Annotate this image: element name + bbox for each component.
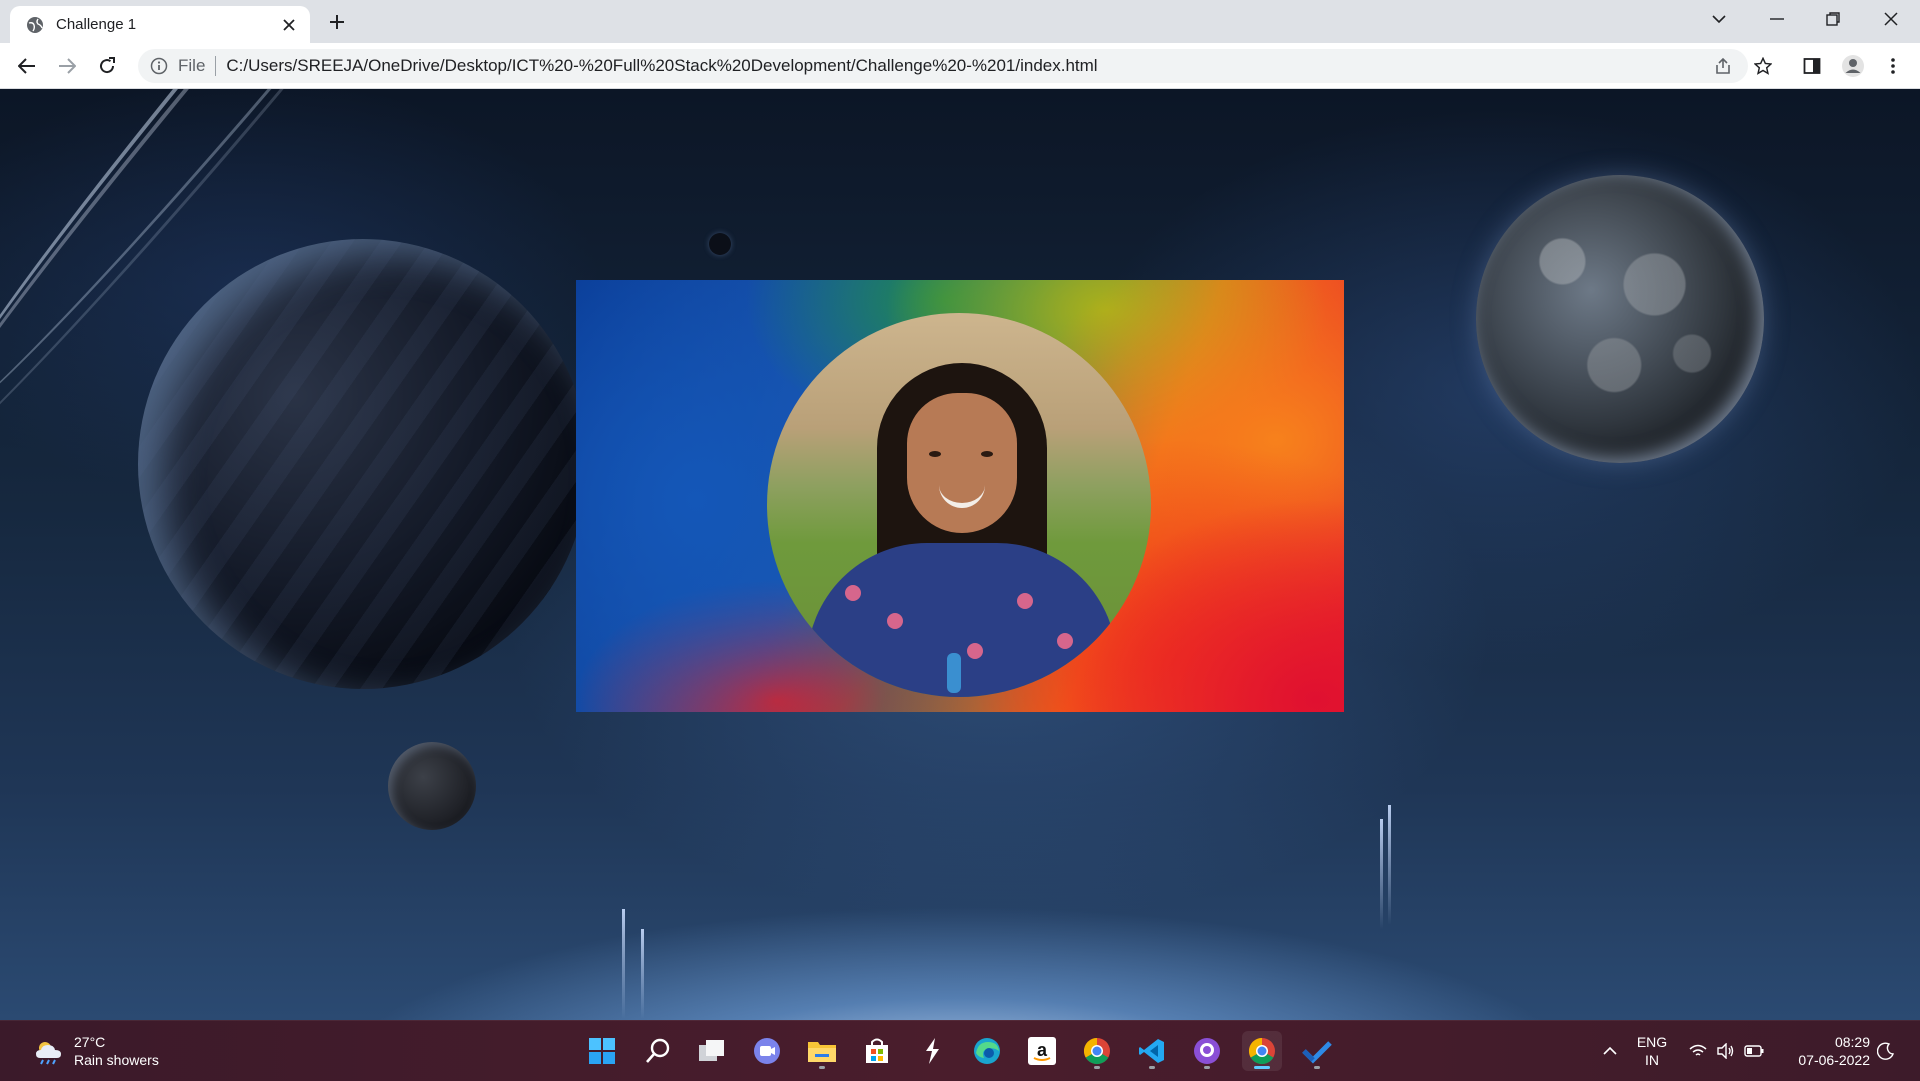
tab-challenge-1[interactable]: Challenge 1 <box>10 6 310 43</box>
light-streak <box>1380 819 1383 929</box>
running-indicator <box>819 1066 825 1069</box>
close-window-icon[interactable] <box>1874 6 1908 32</box>
running-indicator <box>1314 1066 1320 1069</box>
file-explorer-icon[interactable] <box>802 1031 842 1071</box>
reload-icon[interactable] <box>92 51 122 81</box>
language-top: ENG <box>1636 1034 1668 1050</box>
url-text[interactable]: C:/Users/SREEJA/OneDrive/Desktop/ICT%20-… <box>226 56 1097 76</box>
rocky-planet <box>1476 175 1764 463</box>
teams-chat-icon[interactable] <box>747 1031 787 1071</box>
browser-toolbar: File C:/Users/SREEJA/OneDrive/Desktop/IC… <box>0 43 1920 89</box>
weather-widget[interactable]: 27°C Rain showers <box>34 1033 159 1069</box>
profile-avatar-icon[interactable] <box>1838 51 1868 81</box>
tiny-moon <box>709 233 731 255</box>
battery-icon[interactable] <box>1744 1041 1764 1061</box>
tab-search-icon[interactable] <box>1702 6 1736 32</box>
light-streak <box>622 909 625 1019</box>
chevron-up-icon[interactable] <box>1600 1041 1620 1061</box>
weather-temp: 27°C <box>74 1034 106 1050</box>
language-bottom: IN <box>1645 1052 1659 1068</box>
side-panel-icon[interactable] <box>1797 51 1827 81</box>
search-icon[interactable] <box>638 1031 678 1071</box>
chrome-alt-icon[interactable] <box>1077 1031 1117 1071</box>
light-streak <box>641 929 644 1019</box>
weather-desc: Rain showers <box>74 1052 159 1068</box>
back-icon[interactable] <box>12 51 42 81</box>
forward-icon[interactable] <box>52 51 82 81</box>
scheme-label: File <box>178 56 206 75</box>
kebab-menu-icon[interactable] <box>1878 51 1908 81</box>
restore-icon[interactable] <box>1816 6 1850 32</box>
running-indicator <box>1204 1066 1210 1069</box>
sublime-icon[interactable] <box>912 1031 952 1071</box>
windows-taskbar: 27°C Rain showers a ENG IN 08:29 07-06-2… <box>0 1020 1920 1081</box>
tab-title: Challenge 1 <box>56 16 137 33</box>
new-tab-button[interactable] <box>324 9 350 35</box>
wifi-icon[interactable] <box>1688 1041 1708 1061</box>
clock[interactable]: 08:29 07-06-2022 <box>1780 1033 1870 1069</box>
info-icon[interactable] <box>150 57 168 75</box>
page-viewport <box>0 89 1920 1020</box>
edge-icon[interactable] <box>967 1031 1007 1071</box>
bookmark-star-icon[interactable] <box>1748 51 1778 81</box>
volume-icon[interactable] <box>1716 1041 1736 1061</box>
small-moon <box>388 742 476 830</box>
address-bar[interactable]: File C:/Users/SREEJA/OneDrive/Desktop/IC… <box>138 49 1748 83</box>
rain-cloud-icon <box>36 1042 61 1065</box>
task-view-icon[interactable] <box>692 1031 732 1071</box>
light-streak <box>1388 805 1391 925</box>
amazon-icon[interactable]: a <box>1022 1031 1062 1071</box>
svg-text:a: a <box>1037 1040 1048 1060</box>
microsoft-store-icon[interactable] <box>857 1031 897 1071</box>
omnibox-separator <box>215 56 217 76</box>
gas-giant-planet <box>138 239 588 689</box>
running-indicator <box>1094 1066 1100 1069</box>
ms-to-do-icon[interactable] <box>1297 1031 1337 1071</box>
chrome-icon[interactable] <box>1242 1031 1282 1071</box>
active-indicator <box>1254 1066 1270 1069</box>
running-indicator <box>1149 1066 1155 1069</box>
profile-card <box>576 280 1344 712</box>
minimize-icon[interactable] <box>1760 6 1794 32</box>
tab-strip: Challenge 1 <box>0 0 1920 43</box>
language-indicator[interactable]: ENG IN <box>1636 1033 1668 1069</box>
clock-date: 07-06-2022 <box>1798 1052 1870 1068</box>
vscode-icon[interactable] <box>1132 1031 1172 1071</box>
profile-photo <box>767 313 1151 697</box>
start-icon[interactable] <box>582 1031 622 1071</box>
clock-time: 08:29 <box>1834 1034 1870 1050</box>
github-desktop-icon[interactable] <box>1187 1031 1227 1071</box>
share-icon[interactable] <box>1708 51 1738 81</box>
tab-close-icon[interactable] <box>278 14 300 36</box>
focus-assist-icon[interactable] <box>1876 1041 1896 1061</box>
globe-icon <box>27 16 43 33</box>
